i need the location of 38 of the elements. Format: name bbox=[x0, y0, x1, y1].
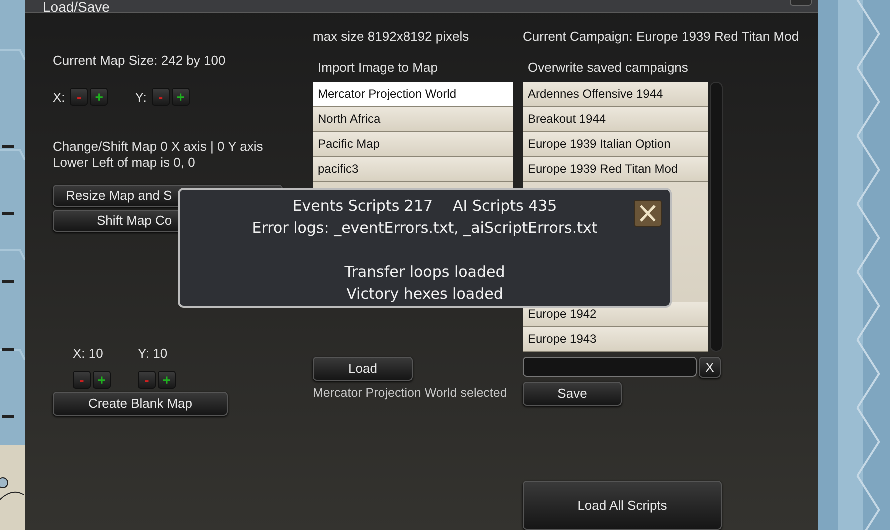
list-item[interactable]: Breakout 1944 bbox=[523, 107, 708, 132]
max-size-note: max size 8192x8192 pixels bbox=[313, 28, 470, 46]
plus-button[interactable]: + bbox=[172, 88, 190, 106]
create-blank-map-button[interactable]: Create Blank Map bbox=[53, 392, 228, 416]
load-button[interactable]: Load bbox=[313, 357, 413, 381]
shift-info-text: Change/Shift Map 0 X axis | 0 Y axis bbox=[53, 139, 264, 155]
import-title: Import Image to Map bbox=[317, 58, 439, 77]
plus-button[interactable]: + bbox=[90, 88, 108, 106]
load-message: Transfer loops loaded bbox=[344, 262, 506, 283]
list-item[interactable]: Europe 1939 Red Titan Mod bbox=[523, 157, 708, 182]
plus-button[interactable]: + bbox=[93, 370, 111, 388]
list-item[interactable]: Europe 1943 bbox=[523, 327, 708, 352]
current-campaign-label: Current Campaign: Europe 1939 Red Titan Mod bbox=[523, 28, 800, 46]
list-item[interactable]: pacific3 bbox=[313, 157, 513, 182]
list-item[interactable]: Pacific Map bbox=[313, 132, 513, 157]
size-label: X: 10 bbox=[73, 345, 104, 363]
plus-button[interactable]: + bbox=[158, 370, 176, 388]
save-button[interactable]: Save bbox=[523, 382, 622, 406]
load-all-scripts-button[interactable]: Load All Scripts bbox=[523, 481, 722, 530]
clear-button[interactable]: X bbox=[699, 357, 721, 378]
selection-status: Mercator Projection World selected bbox=[313, 385, 508, 402]
list-item[interactable]: Mercator Projection World bbox=[313, 82, 513, 107]
axis-label: X: bbox=[53, 88, 66, 106]
script-count: AI Scripts 435 bbox=[453, 196, 558, 217]
list-item[interactable]: North Africa bbox=[313, 107, 513, 132]
load-message: Victory hexes loaded bbox=[346, 284, 504, 305]
campaign-name-field[interactable] bbox=[523, 357, 697, 377]
script-count: Events Scripts 217 bbox=[292, 196, 434, 217]
scrollbar[interactable] bbox=[710, 82, 723, 352]
list-item[interactable]: Europe 1939 Italian Option bbox=[523, 132, 708, 157]
window-title: Load/Save bbox=[43, 0, 110, 12]
campaigns-title: Overwrite saved campaigns bbox=[527, 58, 690, 77]
shift-info-text: Lower Left of map is 0, 0 bbox=[53, 155, 196, 171]
list-item[interactable]: Ardennes Offensive 1944 bbox=[523, 82, 708, 107]
close-icon[interactable] bbox=[634, 200, 662, 227]
map-size-label: Current Map Size: 242 by 100 bbox=[53, 52, 227, 70]
axis-label: Y: bbox=[135, 88, 147, 106]
size-label: Y: 10 bbox=[138, 345, 169, 363]
